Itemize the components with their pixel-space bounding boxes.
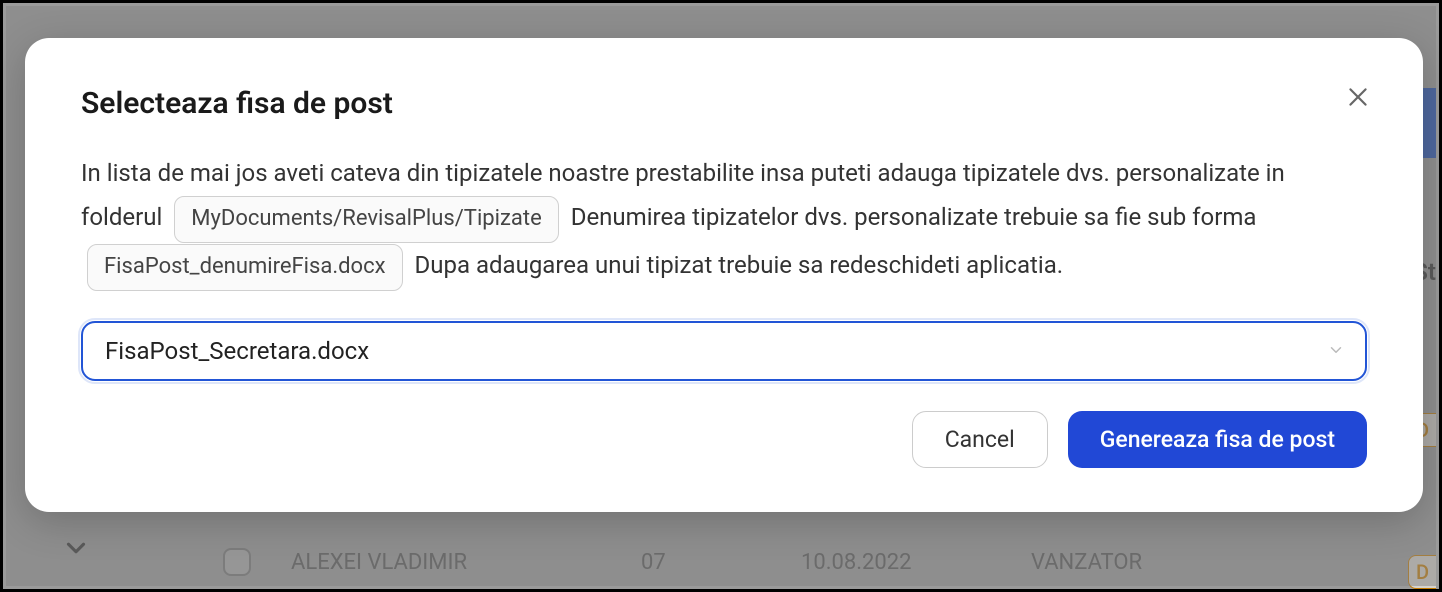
modal-title: Selecteaza fisa de post bbox=[81, 86, 393, 121]
app-backdrop: St D D ALEXEI VLADIMIR 07 10.08.2022 VAN… bbox=[0, 0, 1442, 592]
template-select[interactable]: FisaPost_Secretara.docx bbox=[81, 321, 1367, 381]
chevron-down-icon bbox=[1327, 337, 1345, 365]
generate-button[interactable]: Genereaza fisa de post bbox=[1068, 411, 1367, 468]
modal-dialog: Selecteaza fisa de post In lista de mai … bbox=[25, 38, 1423, 512]
modal-footer: Cancel Genereaza fisa de post bbox=[81, 411, 1367, 468]
cancel-button[interactable]: Cancel bbox=[912, 411, 1048, 468]
filename-format-chip: FisaPost_denumireFisa.docx bbox=[87, 244, 403, 291]
modal-description: In lista de mai jos aveti cateva din tip… bbox=[81, 151, 1367, 291]
folder-path-chip: MyDocuments/RevisalPlus/Tipizate bbox=[174, 196, 558, 243]
modal-header: Selecteaza fisa de post bbox=[81, 86, 1367, 121]
close-button[interactable] bbox=[1341, 80, 1375, 114]
close-icon bbox=[1345, 84, 1371, 110]
desc-part3: Dupa adaugarea unui tipizat trebuie sa r… bbox=[414, 251, 1063, 279]
select-value: FisaPost_Secretara.docx bbox=[105, 337, 369, 365]
desc-part2: Denumirea tipizatelor dvs. personalizate… bbox=[571, 203, 1257, 231]
